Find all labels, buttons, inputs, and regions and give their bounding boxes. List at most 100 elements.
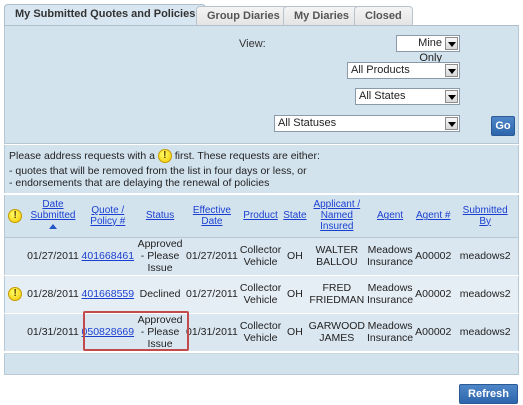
agent-cell: Meadows Insurance: [366, 275, 415, 314]
view-select-value: Mine Only: [418, 37, 442, 64]
row-alert-cell: !: [4, 275, 26, 314]
table-footer: [4, 353, 519, 375]
statuses-select[interactable]: All Statuses: [274, 115, 460, 132]
quote-link[interactable]: 050828669: [82, 326, 135, 338]
applicant-cell: FRED FRIEDMAN: [307, 275, 367, 314]
products-select-value: All Products: [351, 64, 410, 76]
product-text: Vehicle: [243, 256, 278, 268]
view-label: View:: [239, 38, 266, 50]
notice-line-1: Please address requests with a ! first. …: [9, 149, 320, 163]
product-cell: Collector Vehicle: [238, 237, 283, 276]
products-select[interactable]: All Products: [347, 62, 460, 79]
date-submitted-cell: 01/28/2011: [25, 275, 81, 314]
submitted-by-cell: meadows2: [452, 275, 519, 314]
status-cell: Declined: [135, 275, 186, 314]
submitted-by-cell: meadows2: [452, 313, 519, 352]
header-text: Named: [320, 210, 353, 222]
column-header-date-submitted[interactable]: Date Submitted: [25, 195, 81, 238]
refresh-button[interactable]: Refresh: [459, 384, 518, 404]
product-cell: Collector Vehicle: [238, 313, 283, 352]
chevron-down-icon: [445, 37, 458, 50]
header-text: Applicant /: [313, 199, 361, 211]
header-text: Effective: [192, 204, 231, 216]
chevron-down-icon: [445, 117, 458, 130]
chevron-down-icon: [445, 90, 458, 103]
applicant-cell: GARWOOD JAMES: [307, 313, 367, 352]
quote-number-cell: 050828669: [80, 313, 136, 352]
go-button[interactable]: Go: [491, 116, 515, 136]
date-submitted-cell: 01/27/2011: [25, 237, 81, 276]
applicant-text: JAMES: [319, 332, 355, 344]
agent-cell: Meadows Insurance: [366, 313, 415, 352]
product-text: Collector: [239, 244, 282, 256]
alert-column-header: !: [4, 195, 26, 238]
quote-link[interactable]: 401668559: [82, 288, 135, 300]
status-text: - Please: [140, 326, 180, 338]
table-header-row: ! Date Submitted Quote / Policy # Status E…: [4, 195, 519, 238]
submitted-by-cell: meadows2: [452, 237, 519, 276]
product-text: Vehicle: [243, 294, 278, 306]
applicant-cell: WALTER BALLOU: [307, 237, 367, 276]
effective-date-cell: 01/27/2011: [185, 275, 239, 314]
column-header-submitted-by[interactable]: Submitted By: [452, 195, 519, 238]
tab-bar: My Submitted Quotes and Policies Group D…: [4, 4, 519, 27]
states-select[interactable]: All States: [355, 88, 460, 105]
agent-text: Meadows: [367, 320, 413, 332]
status-text: - Please: [140, 250, 180, 262]
column-header-applicant[interactable]: Applicant / Named Insured: [307, 195, 367, 238]
state-cell: OH: [282, 237, 308, 276]
view-select[interactable]: Mine Only: [396, 35, 460, 64]
state-cell: OH: [282, 275, 308, 314]
agent-number-cell: A00002: [414, 237, 453, 276]
tab-my-diaries[interactable]: My Diaries: [283, 6, 361, 26]
status-text: Issue: [147, 262, 173, 274]
notice-line-1-pre: Please address requests with a: [9, 149, 155, 162]
notice-line-1-post: first. These requests are either:: [174, 149, 320, 162]
quote-number-cell: 401668461: [80, 237, 136, 276]
status-text: Approved: [137, 314, 183, 326]
sort-ascending-icon: [48, 224, 57, 230]
header-text: Insured: [320, 221, 354, 233]
row-alert-cell: [4, 237, 26, 276]
header-text: Submitted: [30, 210, 76, 222]
agent-text: Insurance: [367, 332, 414, 344]
column-header-product[interactable]: Product: [238, 195, 283, 238]
filter-panel: View: Mine Only All Products All States …: [4, 26, 519, 144]
alert-icon: !: [8, 208, 23, 223]
state-cell: OH: [282, 313, 308, 352]
tab-group-diaries[interactable]: Group Diaries: [196, 6, 291, 26]
row-alert-cell: [4, 313, 26, 352]
product-text: Collector: [239, 320, 282, 332]
quote-link[interactable]: 401668461: [82, 250, 135, 262]
column-header-quote-policy[interactable]: Quote / Policy #: [80, 195, 136, 238]
table-row: ! 01/28/2011 401668559 Declined 01/27/20…: [4, 275, 519, 314]
alert-icon: !: [8, 287, 23, 301]
tab-closed[interactable]: Closed: [354, 6, 413, 26]
status-text: Approved: [137, 238, 183, 250]
date-submitted-cell: 01/31/2011: [25, 313, 81, 352]
agent-text: Meadows: [367, 244, 413, 256]
agent-text: Meadows: [367, 282, 413, 294]
alert-icon: !: [157, 149, 172, 163]
states-select-value: All States: [359, 90, 406, 102]
notice-line-3: - endorsements that are delaying the ren…: [9, 177, 270, 189]
applicant-text: WALTER: [315, 244, 359, 256]
applicant-text: BALLOU: [316, 256, 358, 268]
header-text: Policy #: [90, 215, 126, 227]
table-row: 01/27/2011 401668461 Approved - Please Iss…: [4, 237, 519, 276]
notice-line-2: - quotes that will be removed from the l…: [9, 165, 307, 177]
header-text: Date: [42, 199, 64, 211]
table-row: 01/31/2011 050828669 Approved - Please Iss…: [4, 313, 519, 352]
tab-my-submitted-quotes[interactable]: My Submitted Quotes and Policies: [4, 4, 207, 27]
header-text: By: [479, 215, 491, 227]
column-header-agent[interactable]: Agent: [366, 195, 415, 238]
column-header-effective-date[interactable]: Effective Date: [185, 195, 239, 238]
column-header-status[interactable]: Status: [135, 195, 186, 238]
effective-date-cell: 01/31/2011: [185, 313, 239, 352]
agent-text: Insurance: [367, 256, 414, 268]
header-text: Quote /: [91, 204, 125, 216]
column-header-agent-number[interactable]: Agent #: [414, 195, 453, 238]
status-cell: Approved - Please Issue: [135, 313, 186, 352]
column-header-state[interactable]: State: [282, 195, 308, 238]
product-cell: Collector Vehicle: [238, 275, 283, 314]
